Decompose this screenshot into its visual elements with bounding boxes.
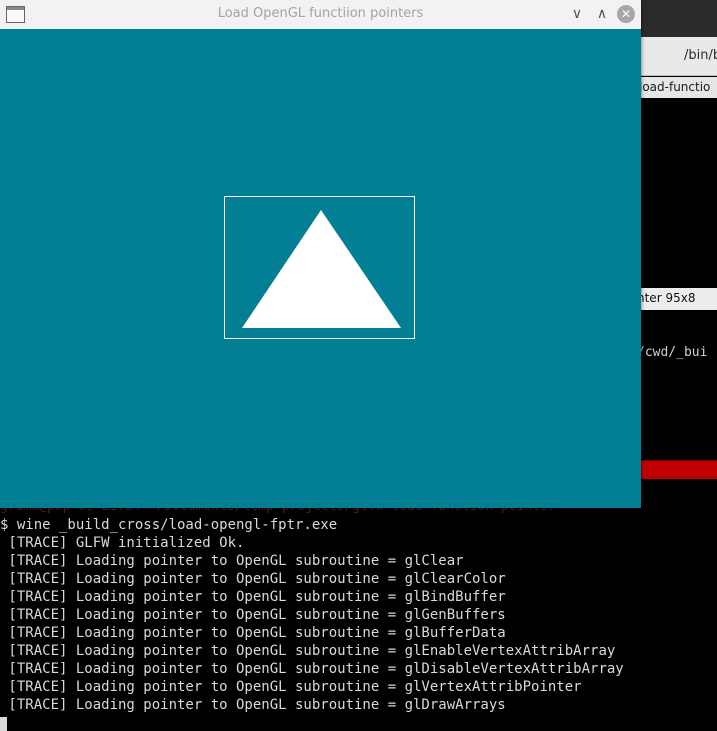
terminal-line: $ wine _build_cross/load-opengl-fptr.exe bbox=[0, 517, 338, 533]
background-terminal-title: nter 95x8 bbox=[637, 291, 696, 305]
terminal-cursor bbox=[0, 717, 7, 731]
terminal-line: [TRACE] Loading pointer to OpenGL subrou… bbox=[0, 697, 506, 713]
terminal-line: [TRACE] Loading pointer to OpenGL subrou… bbox=[0, 589, 506, 605]
window-titlebar[interactable]: Load OpenGL functiion pointers ∨ ∧ ✕ bbox=[0, 0, 641, 30]
opengl-canvas[interactable] bbox=[0, 29, 641, 508]
terminal-line: [TRACE] Loading pointer to OpenGL subrou… bbox=[0, 607, 506, 623]
maximize-button[interactable]: ∧ bbox=[592, 4, 612, 24]
background-terminal-area bbox=[641, 98, 717, 288]
terminal-line: [TRACE] Loading pointer to OpenGL subrou… bbox=[0, 571, 506, 587]
rendered-triangle bbox=[242, 210, 401, 328]
background-window-top bbox=[641, 0, 717, 37]
terminal-line: [TRACE] Loading pointer to OpenGL subrou… bbox=[0, 679, 582, 695]
background-tab[interactable]: load-functio bbox=[639, 77, 717, 98]
close-button[interactable]: ✕ bbox=[617, 5, 635, 23]
triangle-shape bbox=[242, 210, 401, 328]
terminal-line: [TRACE] Loading pointer to OpenGL subrou… bbox=[0, 643, 616, 659]
background-tab-label: load-functio bbox=[639, 80, 711, 94]
minimize-button[interactable]: ∨ bbox=[567, 4, 587, 24]
background-cwd-text: /cwd/_bui bbox=[637, 345, 708, 360]
terminal-output[interactable]: $ wine _build_cross/load-opengl-fptr.exe… bbox=[0, 516, 717, 714]
terminal-line: [TRACE] Loading pointer to OpenGL subrou… bbox=[0, 625, 506, 641]
opengl-window[interactable]: Load OpenGL functiion pointers ∨ ∧ ✕ bbox=[0, 0, 641, 508]
viewport-outline bbox=[224, 196, 415, 339]
background-terminal-area-2 bbox=[641, 310, 717, 460]
background-path-label: /bin/b bbox=[684, 48, 717, 63]
terminal-line: [TRACE] GLFW initialized Ok. bbox=[0, 535, 245, 551]
terminal-line: [TRACE] Loading pointer to OpenGL subrou… bbox=[0, 553, 464, 569]
background-terminal-titlebar[interactable]: nter 95x8 bbox=[637, 288, 717, 310]
terminal-line: [TRACE] Loading pointer to OpenGL subrou… bbox=[0, 661, 624, 677]
background-red-statusbar bbox=[641, 460, 717, 479]
window-title: Load OpenGL functiion pointers bbox=[217, 6, 424, 21]
